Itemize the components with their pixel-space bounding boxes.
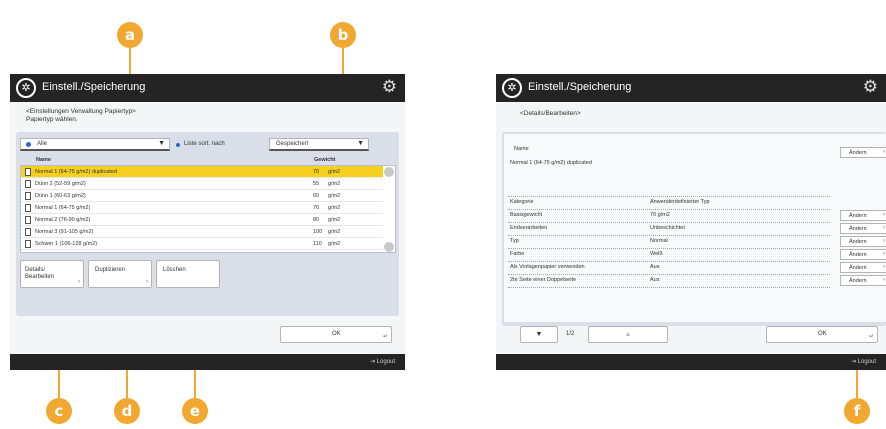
list-item[interactable]: Schwer 1 (106-128 g/m2) 110 g/m2 <box>21 238 383 250</box>
right-panel: Name Normal 1 (64-75 g/m2) duplicated Än… <box>502 132 886 326</box>
callout-b: b <box>330 22 356 48</box>
right-footer: ⇥ Logout <box>496 354 886 370</box>
list-item[interactable]: Dünn 1 (60-63 g/m2) 60 g/m2 <box>21 190 383 202</box>
document-icon <box>25 204 31 212</box>
chevron-down-icon: ▼ <box>158 140 165 147</box>
details-list: Name Normal 1 (64-75 g/m2) duplicated Än… <box>504 134 886 322</box>
right-subtitle: <Details/Bearbeiten> <box>520 110 581 117</box>
paper-type-list: Normal 1 (64-75 g/m2) duplicated 70 g/m2… <box>20 165 396 253</box>
col-header-weight: Gewicht <box>314 157 336 163</box>
list-item[interactable]: Dünn 2 (52-59 g/m2) 55 g/m2 <box>21 178 383 190</box>
document-icon <box>25 228 31 236</box>
filter-dropdown[interactable]: Alle ▼ <box>20 138 170 151</box>
list-item[interactable]: Normal 2 (76-90 g/m2) 80 g/m2 <box>21 214 383 226</box>
document-icon <box>25 216 31 224</box>
duplicate-button[interactable]: Duplizieren › <box>88 260 152 288</box>
sort-label: Liste sort. nach <box>184 141 225 147</box>
sort-value: Gespeichert <box>276 141 309 147</box>
logout-button[interactable]: ⇥ Logout <box>370 358 395 365</box>
delete-button[interactable]: Löschen <box>156 260 220 288</box>
right-titlebar: ✲ Einstell./Speicherung ⚙ <box>496 74 886 102</box>
home-logo-icon[interactable]: ✲ <box>502 78 522 98</box>
gear-icon[interactable]: ⚙ <box>382 77 397 97</box>
change-name-button[interactable]: Ändern › <box>840 147 886 158</box>
name-value: Normal 1 (64-75 g/m2) duplicated <box>510 160 592 166</box>
left-title: Einstell./Speicherung <box>42 81 146 93</box>
change-endverarbeiten-button[interactable]: Ändern › <box>840 223 886 234</box>
list-item[interactable]: Normal 1 (64-75 g/m2) 70 g/m2 <box>21 202 383 214</box>
callout-d: d <box>114 398 140 424</box>
callout-f: f <box>844 398 870 424</box>
logout-button[interactable]: ⇥ Logout <box>851 358 876 365</box>
sort-dot-icon <box>176 143 180 147</box>
left-footer: ⇥ Logout <box>10 354 405 370</box>
left-panel: Alle ▼ Liste sort. nach Gespeichert ▼ Na… <box>16 132 399 316</box>
document-icon <box>25 240 31 248</box>
scroll-down-button[interactable] <box>384 242 394 252</box>
change-doppelseite-button[interactable]: Ändern › <box>840 275 886 286</box>
change-farbe-button[interactable]: Ändern › <box>840 249 886 260</box>
details-edit-button[interactable]: Details/ Bearbeiten › <box>20 260 84 288</box>
page-up-button[interactable]: ▲ <box>588 326 668 343</box>
home-logo-icon[interactable]: ✲ <box>16 78 36 98</box>
left-subtitle-2: Papiertyp wählen. <box>26 116 78 123</box>
chevron-down-icon: ▼ <box>357 140 364 147</box>
left-subtitle-1: <Einstellungen Verwaltung Papiertyp> <box>26 108 136 115</box>
document-icon <box>25 192 31 200</box>
filter-value: Alle <box>37 141 48 147</box>
gear-icon[interactable]: ⚙ <box>863 77 878 97</box>
list-item[interactable]: Normal 1 (64-75 g/m2) duplicated 70 g/m2 <box>21 166 383 178</box>
filter-dot-icon <box>26 142 31 147</box>
callout-a: a <box>117 22 143 48</box>
page-indicator: 1/2 <box>566 331 575 337</box>
change-typ-button[interactable]: Ändern › <box>840 236 886 247</box>
left-titlebar: ✲ Einstell./Speicherung ⚙ <box>10 74 405 102</box>
sort-dropdown[interactable]: Gespeichert ▼ <box>269 138 369 151</box>
right-screen: ✲ Einstell./Speicherung ⚙ <Details/Bearb… <box>496 74 886 370</box>
separator <box>508 287 830 288</box>
list-item[interactable]: Normal 3 (91-105 g/m2) 100 g/m2 <box>21 226 383 238</box>
page-down-button[interactable]: ▼ <box>520 326 558 343</box>
change-basisgewicht-button[interactable]: Ändern › <box>840 210 886 221</box>
callout-e: e <box>182 398 208 424</box>
ok-button[interactable]: OK ↵ <box>280 326 392 343</box>
ok-button[interactable]: OK ↵ <box>766 326 878 343</box>
document-icon <box>25 180 31 188</box>
document-icon <box>25 168 31 176</box>
left-screen: ✲ Einstell./Speicherung ⚙ <Einstellungen… <box>10 74 405 370</box>
callout-c: c <box>46 398 72 424</box>
right-title: Einstell./Speicherung <box>528 81 632 93</box>
col-header-name: Name <box>36 157 51 163</box>
scroll-up-button[interactable] <box>384 167 394 177</box>
change-vorlagenpapier-button[interactable]: Ändern › <box>840 262 886 273</box>
